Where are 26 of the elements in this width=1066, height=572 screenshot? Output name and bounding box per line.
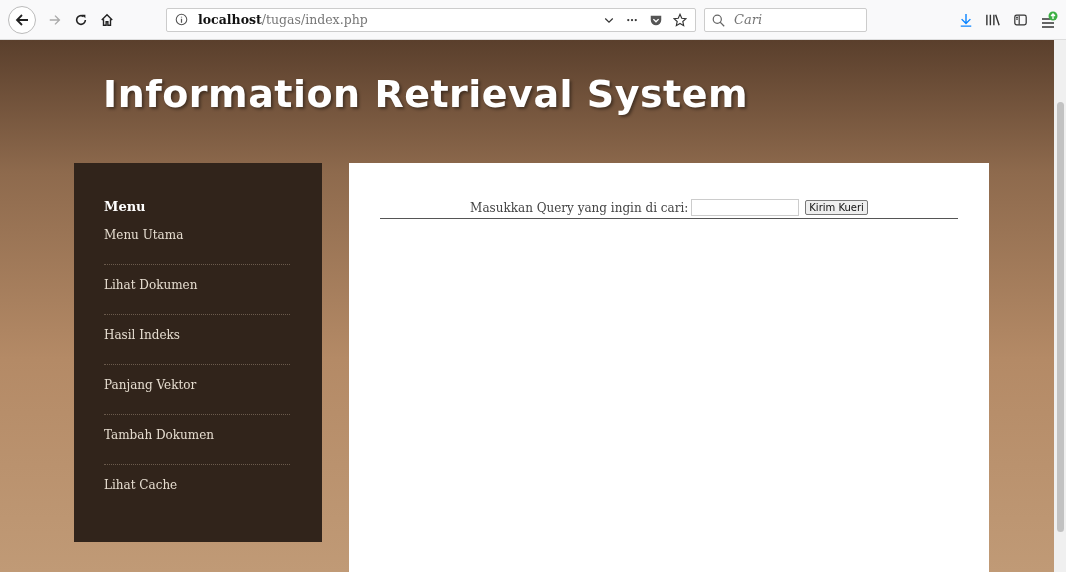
search-field[interactable]: Cari bbox=[704, 7, 867, 32]
query-field[interactable] bbox=[691, 199, 800, 216]
query-label: Masukkan Query yang ingin di cari: bbox=[470, 200, 689, 215]
menu-icon[interactable] bbox=[1040, 10, 1058, 29]
sidebar-heading: Menu bbox=[104, 199, 147, 214]
sidebar-icon[interactable] bbox=[1013, 12, 1028, 27]
star-icon[interactable] bbox=[673, 12, 687, 27]
submit-button[interactable]: Kirim Kueri bbox=[805, 200, 868, 215]
reload-icon[interactable] bbox=[74, 12, 88, 27]
library-icon[interactable] bbox=[985, 12, 1001, 27]
download-icon[interactable] bbox=[959, 12, 973, 27]
sidebar-link[interactable]: Hasil Indeks bbox=[104, 328, 290, 365]
sidebar-link[interactable]: Tambah Dokumen bbox=[104, 428, 290, 465]
scrollbar[interactable] bbox=[1054, 40, 1066, 572]
sidebar-link[interactable]: Lihat Dokumen bbox=[104, 278, 290, 315]
back-button[interactable] bbox=[8, 5, 36, 34]
sidebar-link[interactable]: Menu Utama bbox=[104, 228, 290, 265]
address-bar[interactable]: localhost/tugas/index.php bbox=[166, 7, 696, 32]
site-title: Information Retrieval System bbox=[103, 72, 750, 118]
info-icon[interactable] bbox=[175, 13, 188, 26]
home-icon[interactable] bbox=[100, 12, 114, 27]
back-arrow-icon bbox=[14, 11, 30, 28]
sidebar-link[interactable]: Lihat Cache bbox=[104, 478, 290, 514]
sidebar-link[interactable]: Panjang Vektor bbox=[104, 378, 290, 415]
url-text: localhost/tugas/index.php bbox=[198, 12, 368, 27]
search-icon bbox=[712, 13, 725, 27]
